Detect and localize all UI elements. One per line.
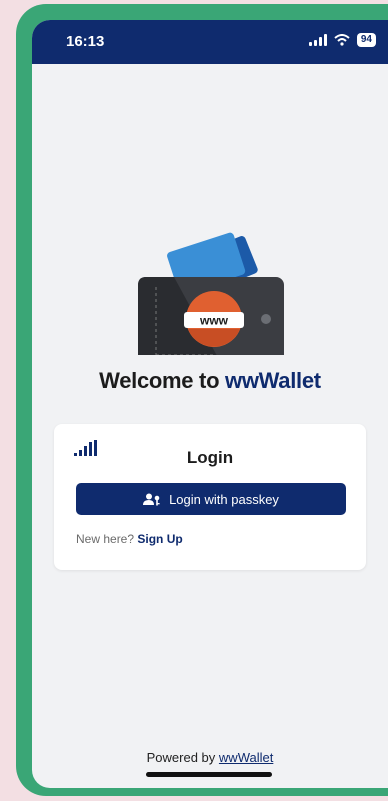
sign-up-link[interactable]: Sign Up	[137, 532, 182, 546]
welcome-heading: Welcome to wwWallet	[32, 368, 388, 394]
app-screen: 16:13 94 www Welcome to wwWallet Login L…	[32, 20, 388, 788]
signup-line: New here? Sign Up	[76, 532, 183, 546]
battery-icon: 94	[356, 33, 376, 47]
logo-badge-text: www	[199, 314, 229, 328]
login-title: Login	[186, 448, 234, 467]
status-icons: 94	[308, 33, 376, 47]
passkey-button-label: Login with passkey	[169, 491, 279, 507]
home-indicator[interactable]	[146, 772, 272, 777]
wifi-icon	[334, 34, 350, 46]
welcome-prefix: Welcome to	[99, 368, 226, 393]
powered-by-footer: Powered by wwWallet	[32, 750, 388, 765]
user-key-icon	[143, 493, 160, 505]
wwwallet-footer-link[interactable]: wwWallet	[219, 750, 273, 765]
powered-by-text: Powered by	[146, 750, 216, 765]
status-time: 16:13	[66, 33, 105, 50]
new-here-text: New here?	[76, 532, 135, 546]
wallet-logo: www	[138, 232, 284, 355]
status-bar: 16:13 94	[32, 20, 388, 64]
login-with-passkey-button[interactable]: Login with passkey	[76, 483, 346, 515]
signal-icon	[308, 34, 327, 46]
login-card: Login Login with passkey New here? Sign …	[54, 424, 366, 570]
welcome-brand: wwWallet	[225, 368, 321, 393]
